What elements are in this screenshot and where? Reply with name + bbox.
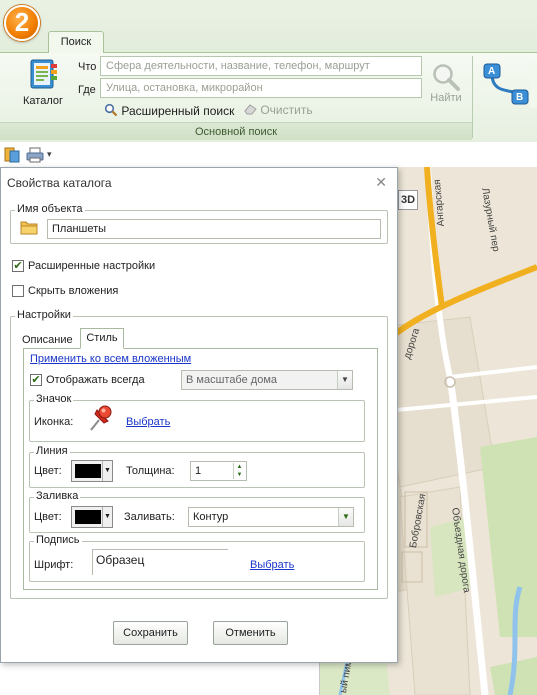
fill-group: Заливка Цвет: ▼ Заливать: Контур ▼ (29, 490, 365, 533)
chevron-down-icon: ▼ (338, 508, 353, 526)
chevron-down-icon: ▼ (102, 461, 112, 481)
font-sample: Образец (92, 549, 228, 575)
settings-group: Настройки Описание Стиль Применить ко вс… (10, 309, 388, 599)
app-logo[interactable]: 2 (4, 5, 40, 41)
stepper-arrows-icon[interactable]: ▲ ▼ (233, 463, 245, 479)
font-label: Шрифт: (34, 559, 74, 571)
dialog-title: Свойства каталога (7, 176, 112, 190)
settings-legend: Настройки (15, 309, 73, 321)
route-letter-a: A (488, 66, 496, 77)
hide-attachments-label: Скрыть вложения (28, 285, 119, 297)
line-color-label: Цвет: (34, 465, 62, 477)
choose-icon-link[interactable]: Выбрать (126, 416, 170, 428)
where-search-input[interactable]: Улица, остановка, микрорайон (100, 78, 422, 98)
fill-mode-label: Заливать: (124, 511, 175, 523)
always-show-checkbox[interactable]: ✔ (30, 374, 42, 386)
style-tab-panel: Применить ко всем вложенным ✔ Отображать… (23, 348, 378, 590)
route-letter-b: B (516, 92, 524, 103)
cancel-button[interactable]: Отменить (213, 621, 288, 645)
caption-legend: Подпись (34, 534, 82, 546)
icon-legend: Значок (34, 393, 74, 405)
magnifier-icon (104, 103, 118, 117)
magnifier-large-icon (431, 62, 461, 92)
advanced-search-label: Расширенный поиск (121, 104, 235, 118)
what-search-input[interactable]: Сфера деятельности, название, телефон, м… (100, 56, 422, 76)
line-legend: Линия (34, 445, 70, 457)
line-color-picker[interactable]: ▼ (71, 460, 113, 482)
quick-toolbar: ▾ (0, 143, 537, 167)
eraser-icon (244, 103, 257, 115)
find-label: Найти (430, 92, 462, 104)
chevron-down-icon: ▼ (102, 507, 112, 527)
thickness-stepper[interactable]: 1 ▲ ▼ (190, 461, 247, 481)
catalog-icon (27, 58, 59, 92)
fill-color-swatch (75, 510, 101, 524)
map-3d-button[interactable]: 3D (398, 190, 418, 210)
find-button[interactable]: Найти (428, 62, 464, 104)
extended-settings-checkbox[interactable]: ✔ (12, 260, 24, 272)
folder-icon (20, 219, 38, 235)
apply-all-link[interactable]: Применить ко всем вложенным (30, 353, 191, 365)
object-name-legend: Имя объекта (15, 203, 85, 215)
where-label: Где (78, 84, 96, 96)
object-name-group: Имя объекта Планшеты (10, 203, 388, 244)
thickness-label: Толщина: (126, 465, 175, 477)
catalog-properties-dialog: Свойства каталога ✕ Имя объекта Планшеты… (0, 167, 398, 663)
ribbon-group-divider (472, 56, 473, 138)
fill-mode-select[interactable]: Контур ▼ (188, 507, 354, 527)
what-label: Что (78, 61, 97, 73)
caption-group: Подпись Шрифт: Образец Выбрать (29, 534, 365, 582)
ribbon-group-label: Основной поиск (0, 122, 472, 140)
fill-mode-value: Контур (193, 511, 229, 523)
catalog-button[interactable]: Каталог (18, 56, 68, 112)
choose-font-link[interactable]: Выбрать (250, 559, 294, 571)
thickness-value: 1 (195, 465, 202, 477)
fill-color-label: Цвет: (34, 511, 62, 523)
catalog-small-icon[interactable] (4, 147, 20, 163)
save-button[interactable]: Сохранить (113, 621, 188, 645)
line-color-swatch (75, 464, 101, 478)
icon-group: Значок Иконка: Выбрать (29, 393, 365, 442)
line-group: Линия Цвет: ▼ Толщина: 1 ▲ ▼ (29, 445, 365, 488)
advanced-search-button[interactable]: Расширенный поиск (104, 103, 234, 118)
ribbon: 2 Поиск Каталог Что Сфера деятельности, … (0, 0, 537, 142)
scale-select[interactable]: В масштабе дома ▼ (181, 370, 353, 390)
tab-search[interactable]: Поиск (48, 31, 104, 53)
route-ab-icon: A B (482, 60, 537, 110)
icon-label: Иконка: (34, 416, 74, 428)
chevron-down-icon: ▼ (337, 371, 352, 389)
tab-style[interactable]: Стиль (80, 328, 124, 349)
hide-attachments-checkbox[interactable] (12, 285, 24, 297)
pushpin-icon (88, 404, 114, 432)
object-name-input[interactable]: Планшеты (47, 219, 381, 239)
catalog-label: Каталог (23, 95, 63, 107)
toolbar-dropdown-icon[interactable]: ▾ (47, 149, 52, 160)
print-icon[interactable] (26, 147, 44, 163)
fill-legend: Заливка (34, 490, 81, 502)
clear-button[interactable]: Очистить (244, 103, 313, 117)
clear-label: Очистить (260, 103, 313, 117)
fill-color-picker[interactable]: ▼ (71, 506, 113, 528)
always-show-label: Отображать всегда (46, 374, 145, 386)
close-icon[interactable]: ✕ (375, 174, 387, 191)
route-button[interactable]: A B (482, 60, 537, 110)
extended-settings-label: Расширенные настройки (28, 260, 156, 272)
tab-description[interactable]: Описание (22, 334, 73, 346)
scale-select-value: В масштабе дома (186, 374, 277, 386)
